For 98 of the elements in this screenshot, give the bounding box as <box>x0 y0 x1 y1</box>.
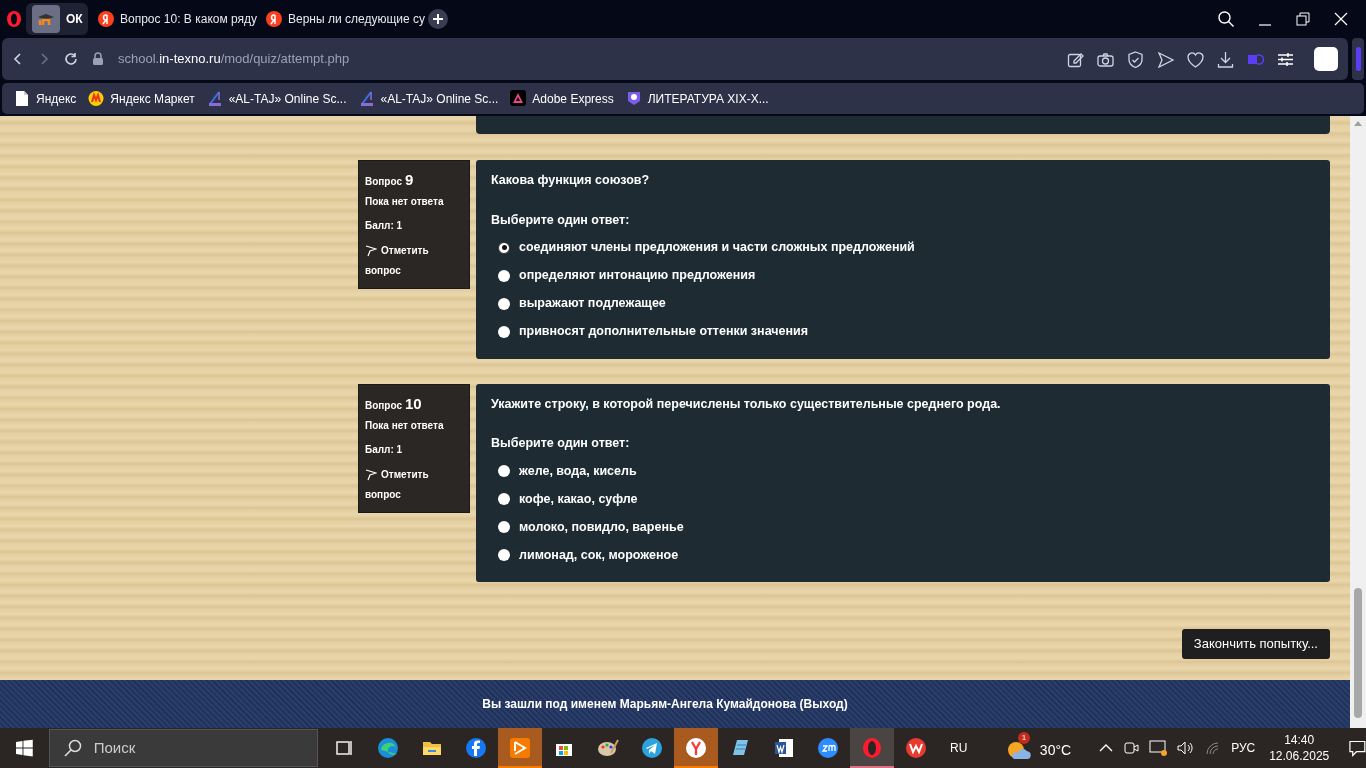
send-icon[interactable] <box>1157 50 1174 68</box>
notifications-icon[interactable] <box>1349 739 1366 757</box>
bookmark[interactable]: Яндекс Маркет <box>88 86 195 111</box>
scrollbar-thumb[interactable] <box>1354 588 1362 718</box>
answer-option[interactable]: желе, вода, кисель <box>519 461 637 481</box>
question-label: Вопрос <box>365 175 403 189</box>
chart-badge-icon <box>625 90 642 107</box>
browser-tab[interactable]: ОК <box>26 3 88 35</box>
answer-prompt: Выберите один ответ: <box>491 435 631 453</box>
scrollbar[interactable] <box>1350 116 1366 728</box>
input-language[interactable]: РУС <box>1231 739 1256 757</box>
network-icon[interactable] <box>1149 740 1168 756</box>
radio-button[interactable] <box>498 241 510 254</box>
academy-icon <box>358 90 375 107</box>
browser-wave-icon <box>377 737 399 759</box>
download-icon[interactable] <box>1217 50 1234 68</box>
radio-button[interactable] <box>498 521 510 533</box>
market-icon <box>88 90 105 107</box>
browser-tab[interactable]: Верны ли следующие су <box>260 3 424 35</box>
forward-icon[interactable] <box>38 52 50 66</box>
y-logo-icon <box>685 737 707 759</box>
question-score: Балл: 1 <box>365 219 404 233</box>
radio-button[interactable] <box>498 325 510 338</box>
flag-icon <box>365 245 377 257</box>
heart-icon[interactable] <box>1187 50 1204 68</box>
lock-icon[interactable] <box>92 52 104 66</box>
notification-badge: 1 <box>1017 732 1030 744</box>
document-icon <box>14 90 30 107</box>
temperature: 30°C <box>1039 740 1072 760</box>
question-number: 10 <box>405 393 422 414</box>
flag-icon <box>365 468 377 481</box>
telegram-icon <box>641 737 663 759</box>
weather-icon <box>1005 739 1032 761</box>
triangle-logo-icon <box>510 90 527 107</box>
language-indicator[interactable]: RU <box>950 739 1006 757</box>
question-score: Балл: 1 <box>365 442 404 457</box>
start-icon[interactable] <box>16 739 33 757</box>
url-field[interactable]: school.in-texno.ru/mod/quiz/attempt.php <box>118 49 1053 69</box>
flag-question-link[interactable]: Отметить вопрос <box>365 242 463 280</box>
flag-question-link[interactable]: Отметить вопрос <box>365 465 463 504</box>
reload-icon[interactable] <box>64 52 78 66</box>
camera-icon[interactable] <box>1123 741 1140 755</box>
document-w-icon <box>773 737 795 759</box>
clock-date[interactable]: 12.06.2025 <box>1269 748 1330 764</box>
search-icon[interactable] <box>1218 11 1234 27</box>
chevron-up-icon[interactable] <box>1099 743 1114 753</box>
bookmark[interactable]: ЛИТЕРАТУРА XIX-X... <box>625 86 769 111</box>
graduation-cap-icon <box>32 5 60 33</box>
question-label: Вопрос <box>365 398 403 413</box>
answer-option[interactable]: молоко, повидло, варенье <box>519 517 684 537</box>
answer-status: Пока нет ответа <box>365 195 445 209</box>
clock-time[interactable]: 14:40 <box>1284 732 1315 748</box>
radio-button[interactable] <box>498 493 510 505</box>
answer-option[interactable]: привносят дополнительные оттенки значения <box>519 322 808 341</box>
answer-option[interactable]: выражают подлежащее <box>519 294 666 313</box>
opera-icon[interactable] <box>6 10 22 28</box>
answer-option[interactable]: кофе, какао, суфле <box>519 489 638 509</box>
camera-icon[interactable] <box>1097 50 1114 68</box>
profile-avatar[interactable] <box>1314 47 1338 71</box>
academy-icon <box>206 90 223 107</box>
answer-option[interactable]: лимонад, сок, мороженое <box>519 545 679 565</box>
question-number: 9 <box>405 170 414 190</box>
question-text: Какова функция союзов? <box>491 172 651 189</box>
bookmark[interactable]: Яндекс <box>14 86 77 111</box>
answer-prompt: Выберите один ответ: <box>491 211 631 229</box>
back-icon[interactable] <box>12 52 24 66</box>
search-icon <box>63 739 82 757</box>
play-icon <box>509 737 531 759</box>
volume-icon[interactable] <box>1177 741 1196 755</box>
facebook-icon <box>465 737 487 759</box>
yandex-icon <box>266 11 282 27</box>
w-logo-icon <box>905 737 927 759</box>
sidebar-toggle[interactable] <box>1352 38 1364 80</box>
o-logo-icon <box>861 737 883 759</box>
answer-option[interactable]: соединяют члены предложения и части сложных предложений <box>519 238 915 257</box>
answer-option[interactable]: определяют интонацию предложения <box>519 266 756 285</box>
zoom-icon <box>817 737 839 759</box>
weather-widget[interactable]: 1 30°C <box>1005 731 1072 765</box>
radio-button[interactable] <box>498 297 510 310</box>
bookmark[interactable]: «AL-TAJ» Online Sc... <box>206 86 347 111</box>
bookmark[interactable]: «AL-TAJ» Online Sc... <box>358 86 499 111</box>
finish-attempt-button[interactable]: Закончить попытку... <box>1181 629 1330 659</box>
search-field[interactable]: Поиск <box>48 729 318 767</box>
new-tab-icon[interactable] <box>428 9 448 29</box>
palette-icon <box>597 737 619 759</box>
restore-icon[interactable] <box>1296 12 1310 26</box>
login-info: Вы зашли под именем Марьям-Ангела Кумайдонова (Выход) <box>482 696 848 713</box>
browser-tab[interactable]: Вопрос 10: В каком ряду <box>92 3 256 35</box>
radio-button[interactable] <box>498 549 510 561</box>
sliders-icon[interactable] <box>1277 50 1294 68</box>
close-icon[interactable] <box>1334 12 1348 26</box>
radio-button[interactable] <box>498 465 510 477</box>
shield-icon[interactable] <box>1127 50 1144 68</box>
radio-button[interactable] <box>498 269 510 282</box>
yandex-icon <box>98 11 114 27</box>
question-text: Укажите строку, в которой перечислены только существительные среднего рода. <box>491 395 1002 413</box>
bookmark[interactable]: Adobe Express <box>510 86 614 111</box>
answer-status: Пока нет ответа <box>365 418 445 433</box>
